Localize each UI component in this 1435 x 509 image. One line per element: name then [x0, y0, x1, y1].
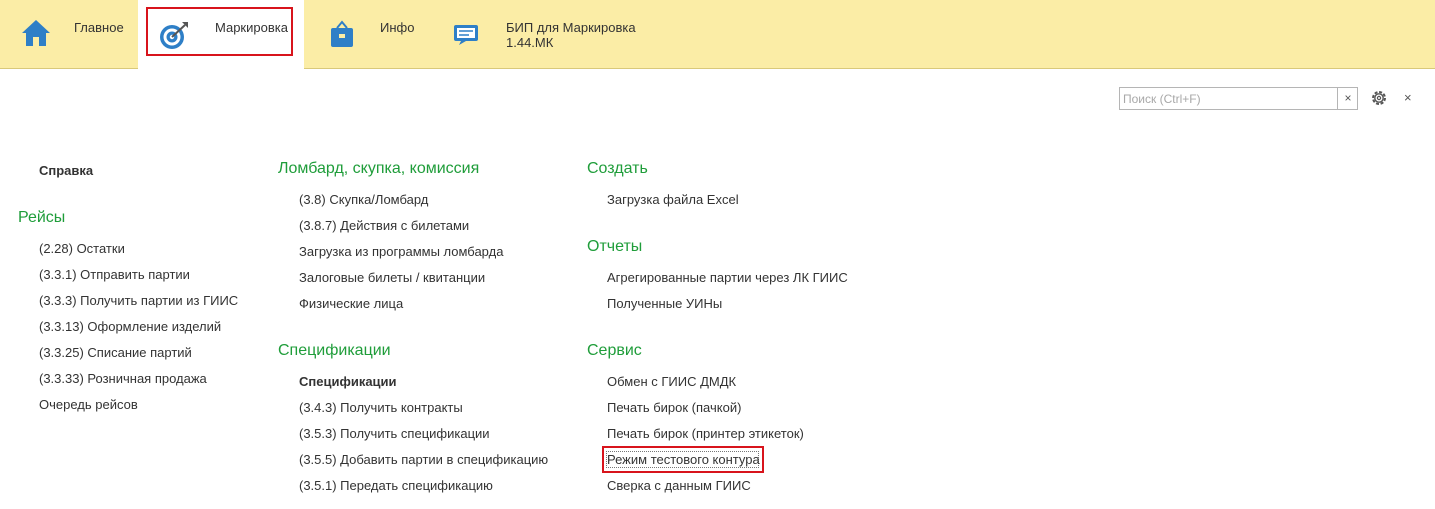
group-title-service: Сервис — [587, 342, 642, 359]
menu-item-flight-queue[interactable]: Очередь рейсов — [39, 397, 138, 412]
home-icon — [22, 20, 50, 46]
menu-item-pledge-tickets[interactable]: Залоговые билеты / квитанции — [299, 270, 485, 285]
menu-item-write-off[interactable]: (3.3.25) Списание партий — [39, 345, 192, 360]
menu-item-print-tags-batch[interactable]: Печать бирок (пачкой) — [607, 400, 741, 415]
menu-item-registration[interactable]: (3.3.13) Оформление изделий — [39, 319, 221, 334]
menu-item-ticket-actions[interactable]: (3.8.7) Действия с билетами — [299, 218, 469, 233]
menu-item-receive-batches[interactable]: (3.3.3) Получить партии из ГИИС — [39, 293, 238, 308]
menu-item-print-tags-printer[interactable]: Печать бирок (принтер этикеток) — [607, 426, 804, 441]
section-info-label: Инфо — [380, 20, 415, 35]
target-icon — [160, 22, 188, 49]
briefcase-icon — [331, 20, 353, 47]
section-marking[interactable]: Маркировка — [138, 0, 304, 69]
menu-item-remains[interactable]: (2.28) Остатки — [39, 241, 125, 256]
section-main[interactable]: Главное — [0, 0, 138, 69]
section-info[interactable]: Инфо — [304, 0, 444, 69]
section-bip[interactable]: БИП для Маркировка 1.44.МК — [444, 0, 704, 69]
menu-item-test-mode[interactable]: Режим тестового контура — [607, 452, 760, 467]
group-title-pawnshop: Ломбард, скупка, комиссия — [278, 160, 480, 177]
menu-item-pawnshop-import[interactable]: Загрузка из программы ломбарда — [299, 244, 503, 259]
menu-item-received-uins[interactable]: Полученные УИНы — [607, 296, 722, 311]
menu-item-specifications[interactable]: Спецификации — [299, 374, 397, 389]
menu-item-send-batches[interactable]: (3.3.1) Отправить партии — [39, 267, 190, 282]
group-title-specifications: Спецификации — [278, 342, 391, 359]
group-title-reports: Отчеты — [587, 238, 643, 255]
menu-item-send-specification[interactable]: (3.5.1) Передать спецификацию — [299, 478, 493, 493]
section-bip-version: 1.44.МК — [506, 35, 554, 50]
menu-item-exchange-giis[interactable]: Обмен с ГИИС ДМДК — [607, 374, 736, 389]
help-link[interactable]: Справка — [39, 163, 93, 178]
menu-item-get-specifications[interactable]: (3.5.3) Получить спецификации — [299, 426, 490, 441]
menu-item-individuals[interactable]: Физические лица — [299, 296, 403, 311]
top-section-bar: Главное Маркировка Инфо БИП для Маркиров… — [0, 0, 1435, 69]
message-icon — [454, 25, 478, 45]
menu-item-excel-import[interactable]: Загрузка файла Excel — [607, 192, 739, 207]
menu-item-buyup-pawnshop[interactable]: (3.8) Скупка/Ломбард — [299, 192, 428, 207]
menu-item-giis-reconciliation[interactable]: Сверка с данным ГИИС — [607, 478, 751, 493]
section-marking-label: Маркировка — [215, 20, 288, 35]
menu-item-aggregated-batches[interactable]: Агрегированные партии через ЛК ГИИС — [607, 270, 848, 285]
menu-item-retail-sale[interactable]: (3.3.33) Розничная продажа — [39, 371, 207, 386]
group-title-flights: Рейсы — [18, 209, 66, 226]
search-input[interactable] — [1120, 88, 1337, 109]
menu-item-get-contracts[interactable]: (3.4.3) Получить контракты — [299, 400, 463, 415]
close-button[interactable]: × — [1404, 90, 1412, 105]
menu-item-add-batches-to-spec[interactable]: (3.5.5) Добавить партии в спецификацию — [299, 452, 548, 467]
search-box: × — [1119, 87, 1358, 110]
group-title-create: Создать — [587, 160, 648, 177]
gear-icon[interactable] — [1370, 89, 1388, 107]
section-bip-label: БИП для Маркировка — [506, 20, 636, 35]
section-main-label: Главное — [74, 20, 124, 35]
search-clear-button[interactable]: × — [1337, 88, 1358, 109]
